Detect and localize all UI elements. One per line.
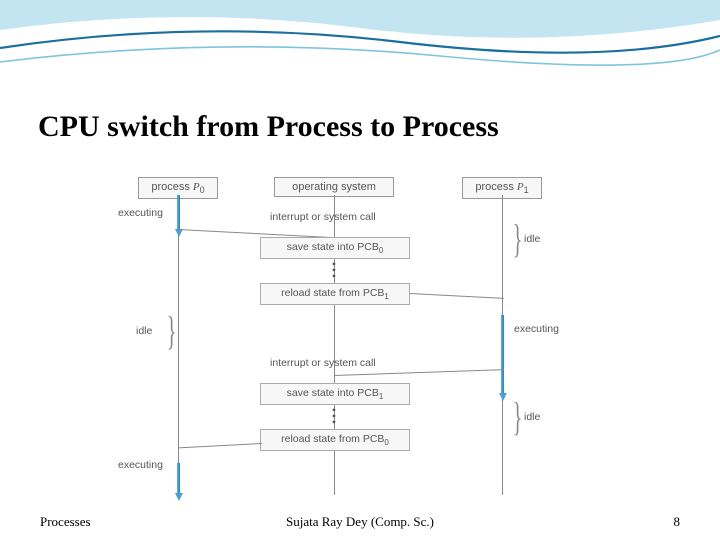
op-reload-pcb0: reload state from PCB0 <box>260 429 410 451</box>
label-idle-p1a: idle <box>524 233 540 245</box>
slide-footer: Processes Sujata Ray Dey (Comp. Sc.) 8 <box>0 514 720 530</box>
op-reload-pcb1-sub: 1 <box>384 292 388 301</box>
op-save-pcb1-text: save state into PCB <box>287 387 379 399</box>
op-save-pcb0-sub: 0 <box>379 246 383 255</box>
op-reload-pcb0-text: reload state from PCB <box>281 433 384 445</box>
p1-var: P <box>517 181 524 193</box>
label-executing-p1: executing <box>514 323 559 335</box>
footer-page-number: 8 <box>674 514 681 530</box>
p0-prefix: process <box>151 181 193 193</box>
ellipsis-1: ••• <box>330 261 338 279</box>
label-executing-p0a: executing <box>118 207 163 219</box>
label-idle-p1b: idle <box>524 411 540 423</box>
event-interrupt-1: interrupt or system call <box>270 211 376 223</box>
context-switch-diagram: process P0 operating system process P1 i… <box>120 165 600 510</box>
event-interrupt-2: interrupt or system call <box>270 357 376 369</box>
op-save-pcb0: save state into PCB0 <box>260 237 410 259</box>
op-reload-pcb1: reload state from PCB1 <box>260 283 410 305</box>
p1-sub: 1 <box>524 185 529 195</box>
label-idle-p0: idle <box>136 325 152 337</box>
op-reload-pcb0-sub: 0 <box>384 438 388 447</box>
op-save-pcb1-sub: 1 <box>379 392 383 401</box>
footer-left: Processes <box>40 514 91 530</box>
column-header-os: operating system <box>274 177 394 197</box>
timeline-p0 <box>178 195 179 495</box>
p1-prefix: process <box>475 181 517 193</box>
op-reload-pcb1-text: reload state from PCB <box>281 287 384 299</box>
op-save-pcb0-text: save state into PCB <box>287 241 379 253</box>
label-executing-p0b: executing <box>118 459 163 471</box>
ellipsis-2: ••• <box>330 407 338 425</box>
timeline-p1 <box>502 195 503 495</box>
slide-title: CPU switch from Process to Process <box>38 110 499 144</box>
footer-center: Sujata Ray Dey (Comp. Sc.) <box>286 514 434 530</box>
op-save-pcb1: save state into PCB1 <box>260 383 410 405</box>
p0-var: P <box>193 181 200 193</box>
p0-sub: 0 <box>200 185 205 195</box>
slide-wave-decoration <box>0 0 720 95</box>
